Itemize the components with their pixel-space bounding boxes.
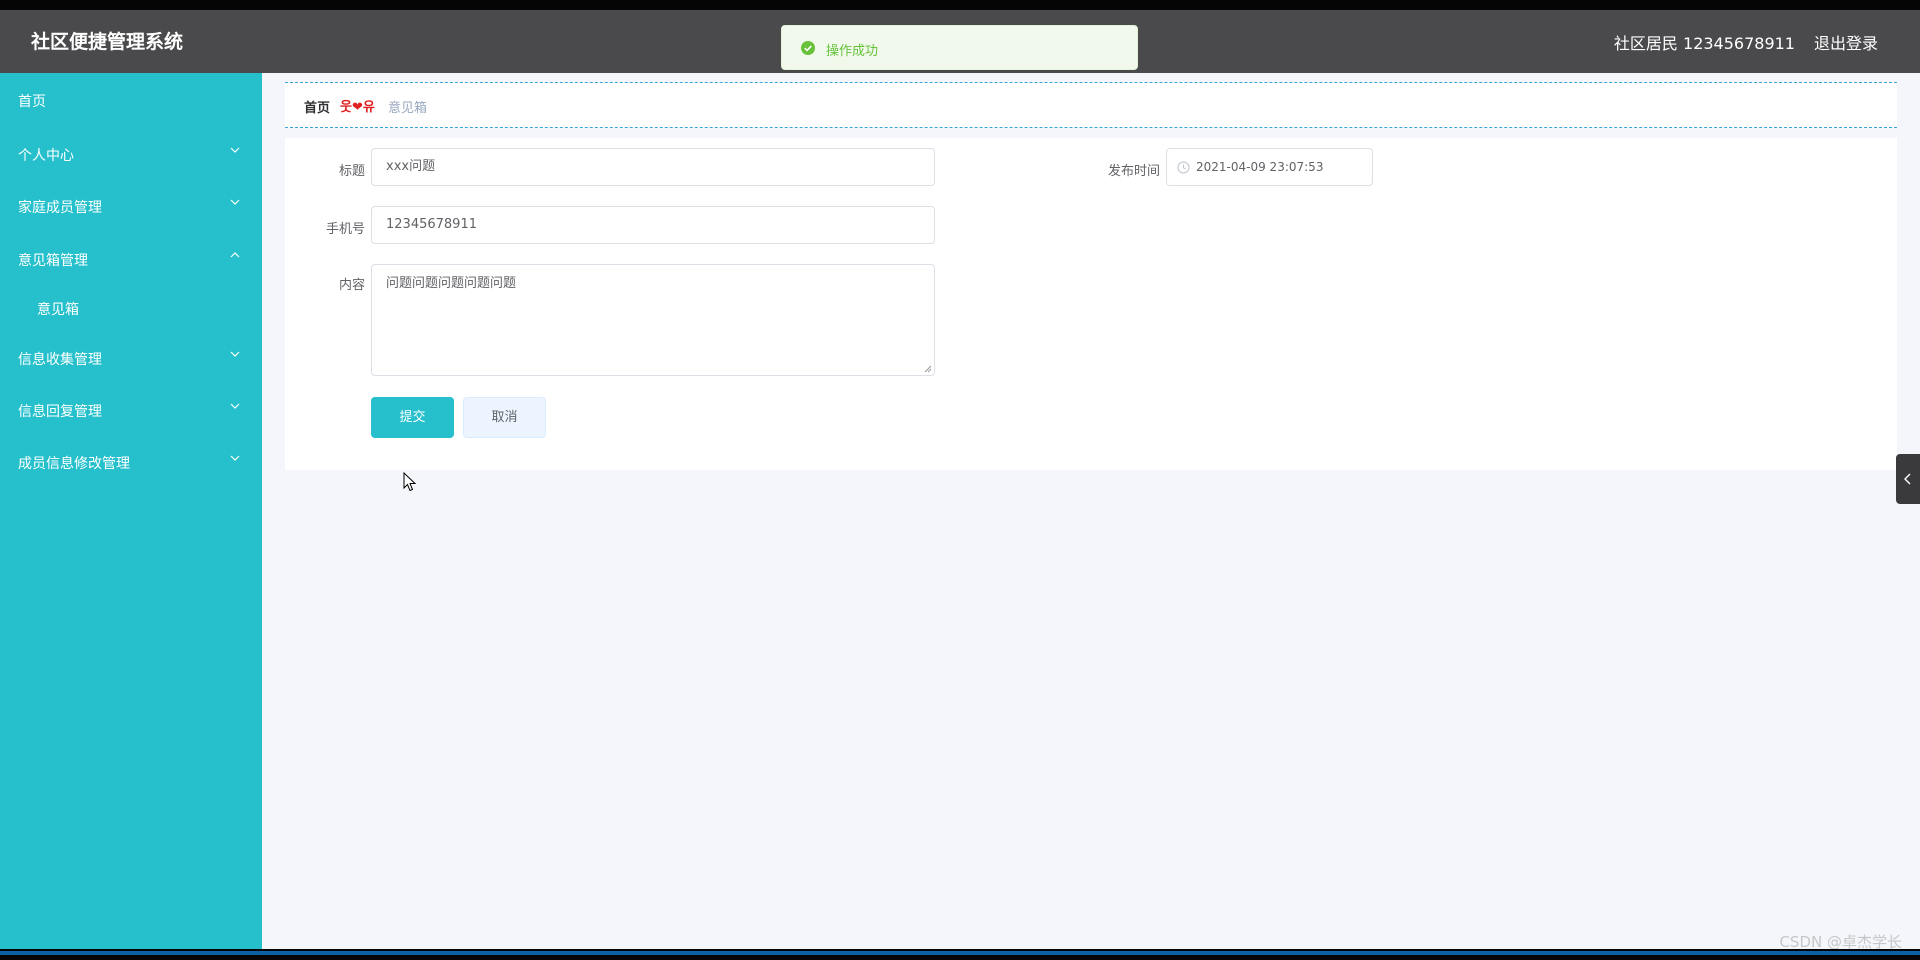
suggestion-form: 标题 xxx问题 发布时间 2021-04-09 23:07:53 手机号 12… bbox=[285, 138, 1897, 470]
clock-icon bbox=[1177, 161, 1190, 174]
resize-handle-icon[interactable] bbox=[924, 365, 932, 373]
sidebar-item-suggestion-box[interactable]: 意见箱 bbox=[0, 287, 262, 327]
content-value: 问题问题问题问题问题 bbox=[386, 276, 517, 291]
sidebar-item-label: 意见箱管理 bbox=[18, 253, 88, 269]
chevron-left-icon bbox=[1904, 473, 1911, 485]
sidebar-item-info-reply[interactable]: 信息回复管理 bbox=[0, 389, 262, 429]
toast-message: 操作成功 bbox=[826, 44, 879, 59]
title-label: 标题 bbox=[338, 164, 365, 179]
breadcrumb-current: 意见箱 bbox=[388, 101, 428, 116]
progress-strip bbox=[0, 951, 1920, 955]
publish-time-label: 发布时间 bbox=[1107, 164, 1160, 179]
breadcrumb-home[interactable]: 首页 bbox=[304, 97, 330, 116]
sidebar-item-label: 个人中心 bbox=[18, 148, 74, 164]
mouse-cursor-icon bbox=[403, 472, 417, 492]
sidebar-item-info-collection[interactable]: 信息收集管理 bbox=[0, 337, 262, 377]
chevron-down-icon bbox=[230, 147, 240, 153]
phone-input[interactable]: 12345678911 bbox=[371, 206, 935, 244]
user-info: 社区居民 12345678911 bbox=[1613, 34, 1795, 53]
breadcrumb-separator: 웃❤유 bbox=[340, 100, 375, 115]
app-title: 社区便捷管理系统 bbox=[31, 31, 184, 53]
submit-button[interactable]: 提交 bbox=[371, 397, 454, 438]
window-top-strip bbox=[0, 0, 1920, 10]
sidebar-item-label: 家庭成员管理 bbox=[18, 200, 102, 216]
title-input[interactable]: xxx问题 bbox=[371, 148, 935, 186]
sidebar-item-label: 意见箱 bbox=[37, 302, 79, 318]
collapse-panel-button[interactable] bbox=[1896, 454, 1920, 504]
sidebar-item-home[interactable]: 首页 bbox=[0, 79, 262, 119]
logout-button[interactable]: 退出登录 bbox=[1814, 30, 1878, 54]
chevron-down-icon bbox=[230, 199, 240, 205]
sidebar-item-family-members[interactable]: 家庭成员管理 bbox=[0, 185, 262, 225]
sidebar-item-label: 成员信息修改管理 bbox=[18, 456, 130, 472]
main-content: 首页 웃❤유 意见箱 标题 xxx问题 发布时间 2021-04-09 23:0… bbox=[262, 73, 1920, 949]
sidebar-item-member-info-edit[interactable]: 成员信息修改管理 bbox=[0, 441, 262, 481]
content-textarea[interactable]: 问题问题问题问题问题 bbox=[371, 264, 935, 376]
publish-time-value: 2021-04-09 23:07:53 bbox=[1196, 160, 1324, 174]
sidebar-item-label: 首页 bbox=[18, 94, 46, 110]
sidebar: 首页 个人中心 家庭成员管理 意见箱管理 意见箱 信息收集管理 信息回复管理 成… bbox=[0, 73, 262, 949]
sidebar-item-label: 信息回复管理 bbox=[18, 404, 102, 420]
breadcrumb: 首页 웃❤유 意见箱 bbox=[285, 82, 1897, 128]
sidebar-item-suggestion-box-mgmt[interactable]: 意见箱管理 bbox=[0, 238, 262, 278]
chevron-down-icon bbox=[230, 455, 240, 461]
chevron-up-icon bbox=[230, 252, 240, 258]
phone-label: 手机号 bbox=[325, 222, 365, 237]
chevron-down-icon bbox=[230, 351, 240, 357]
cancel-button[interactable]: 取消 bbox=[463, 397, 546, 438]
success-toast: 操作成功 bbox=[781, 25, 1138, 70]
sidebar-item-personal-center[interactable]: 个人中心 bbox=[0, 133, 262, 173]
publish-time-picker[interactable]: 2021-04-09 23:07:53 bbox=[1166, 148, 1373, 186]
chevron-down-icon bbox=[230, 403, 240, 409]
check-circle-icon bbox=[801, 41, 815, 55]
content-label: 内容 bbox=[338, 278, 365, 293]
sidebar-item-label: 信息收集管理 bbox=[18, 352, 102, 368]
